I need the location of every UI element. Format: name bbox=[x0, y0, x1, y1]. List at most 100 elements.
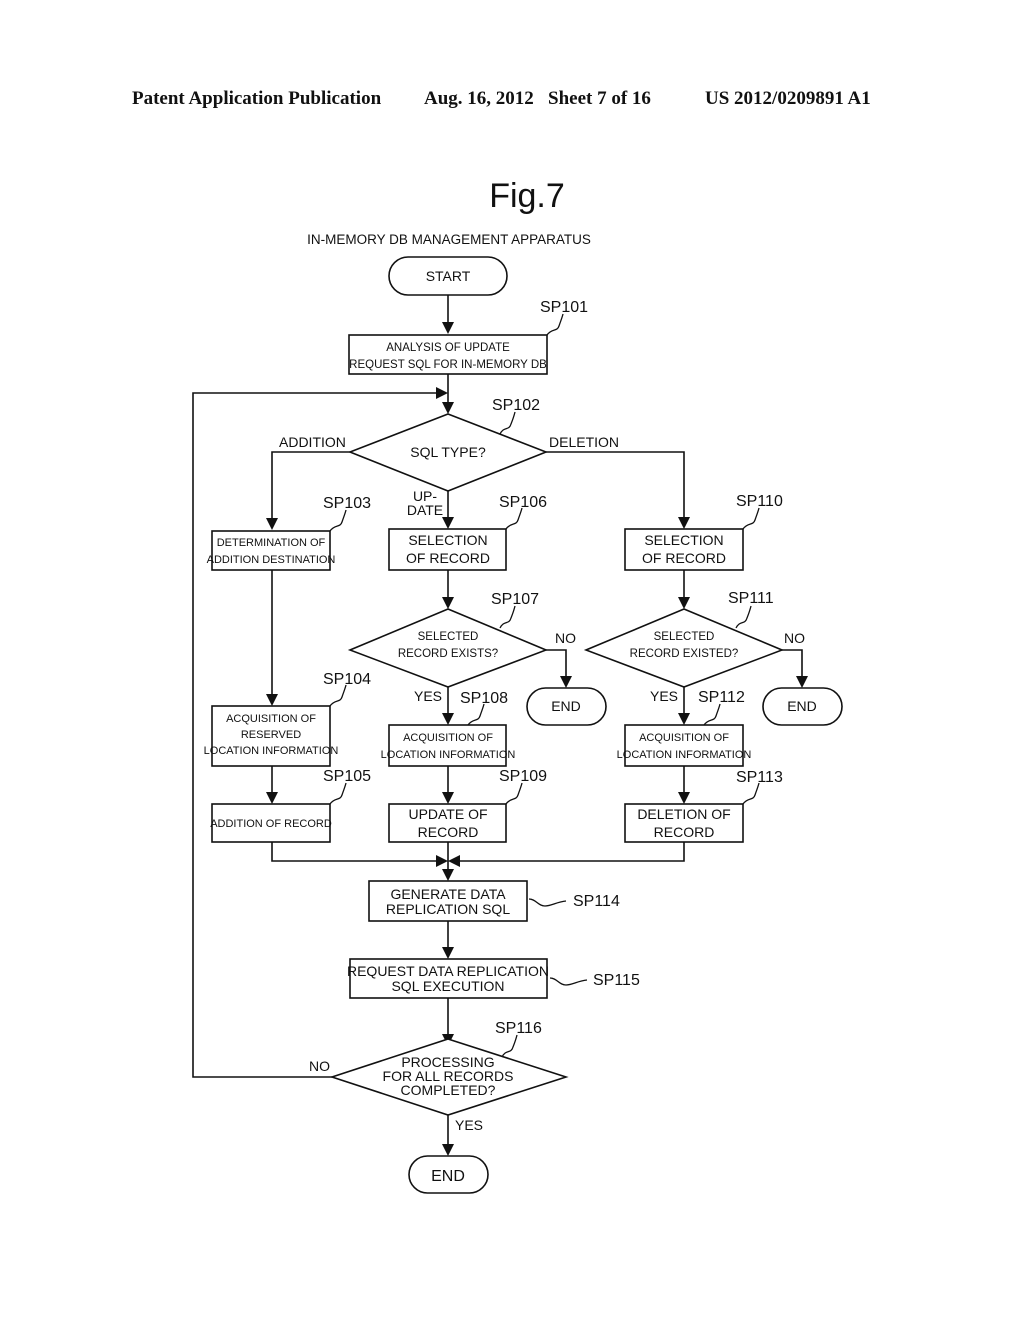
process-text-line1: ACQUISITION OF bbox=[403, 732, 493, 744]
branch-label-yes: YES bbox=[414, 688, 442, 704]
arrowhead bbox=[442, 1144, 454, 1156]
flowchart: Fig.7 IN-MEMORY DB MANAGEMENT APPARATUS bbox=[192, 177, 843, 1194]
step-label: SP111 bbox=[728, 590, 774, 607]
step-label: SP105 bbox=[323, 768, 371, 785]
decision-sp107: SELECTED RECORD EXISTS? SP107 NO YES bbox=[347, 591, 576, 704]
arrowhead bbox=[678, 597, 690, 609]
step-leader bbox=[703, 703, 721, 726]
step-label: SP115 bbox=[593, 972, 640, 989]
end-terminal-final: END bbox=[408, 1155, 489, 1194]
process-text-line2: RECORD bbox=[654, 824, 715, 840]
process-text-line2: ADDITION DESTINATION bbox=[207, 554, 336, 566]
process-text-line3: LOCATION INFORMATION bbox=[204, 745, 339, 757]
step-label: SP109 bbox=[499, 768, 547, 785]
step-label: SP113 bbox=[736, 769, 783, 786]
process-text-line2: RESERVED bbox=[241, 729, 301, 741]
arrowhead bbox=[266, 792, 278, 804]
arrowhead bbox=[266, 694, 278, 706]
edge-merge-right bbox=[456, 842, 685, 862]
process-text-line1: GENERATE DATA bbox=[390, 886, 506, 902]
process-sp105: ADDITION OF RECORD SP105 bbox=[210, 768, 371, 843]
process-text-line2: SQL EXECUTION bbox=[391, 978, 504, 994]
start-terminal: START bbox=[388, 256, 508, 296]
arrowhead bbox=[442, 597, 454, 609]
arrowhead bbox=[442, 792, 454, 804]
step-label: SP103 bbox=[323, 495, 371, 512]
process-text-line1: REQUEST DATA REPLICATION bbox=[347, 963, 549, 979]
arrowhead bbox=[678, 713, 690, 725]
process-text-line1: ACQUISITION OF bbox=[226, 713, 316, 725]
process-text-line1: ANALYSIS OF UPDATE bbox=[386, 342, 510, 354]
step-leader bbox=[505, 507, 523, 530]
arrowhead bbox=[442, 517, 454, 529]
step-label: SP106 bbox=[499, 494, 547, 511]
decision-text-line2: RECORD EXISTS? bbox=[398, 648, 498, 660]
process-text-line1: SELECTION bbox=[644, 532, 723, 548]
step-label: SP116 bbox=[495, 1020, 542, 1037]
step-leader bbox=[467, 703, 485, 726]
decision-text-line3: COMPLETED? bbox=[401, 1082, 496, 1098]
process-sp101: ANALYSIS OF UPDATE REQUEST SQL FOR IN-ME… bbox=[348, 299, 588, 375]
figure-subtitle: IN-MEMORY DB MANAGEMENT APPARATUS bbox=[307, 232, 591, 247]
process-text-line1: DETERMINATION OF bbox=[217, 537, 326, 549]
step-label: SP102 bbox=[492, 397, 540, 414]
arrowhead bbox=[796, 676, 808, 688]
step-leader bbox=[742, 507, 760, 530]
step-label: SP101 bbox=[540, 299, 588, 316]
step-leader bbox=[329, 684, 347, 707]
step-leader bbox=[546, 313, 564, 336]
step-leader bbox=[329, 782, 347, 805]
step-label: SP107 bbox=[491, 591, 539, 608]
process-text-line1: UPDATE OF bbox=[408, 806, 487, 822]
process-text-line1: DELETION OF bbox=[637, 806, 730, 822]
edge-deletion bbox=[546, 451, 685, 522]
branch-label-yes: YES bbox=[650, 688, 678, 704]
branch-label-update-2: DATE bbox=[407, 502, 443, 518]
process-text-line2: OF RECORD bbox=[642, 550, 726, 566]
process-sp109: UPDATE OF RECORD SP109 bbox=[388, 768, 547, 843]
process-text-line1: ACQUISITION OF bbox=[639, 732, 729, 744]
edge-merge-left bbox=[271, 842, 440, 862]
arrowhead bbox=[266, 518, 278, 530]
figure-title: Fig.7 bbox=[489, 177, 565, 215]
step-leader bbox=[499, 411, 516, 435]
end-label: END bbox=[431, 1168, 465, 1185]
arrowhead bbox=[442, 869, 454, 881]
step-leader bbox=[742, 782, 760, 805]
step-label: SP114 bbox=[573, 893, 620, 910]
step-leader bbox=[735, 605, 752, 629]
process-text-line2: LOCATION INFORMATION bbox=[617, 749, 752, 761]
decision-text-line2: RECORD EXISTED? bbox=[630, 648, 739, 660]
process-sp104: ACQUISITION OF RESERVED LOCATION INFORMA… bbox=[204, 671, 371, 767]
branch-label-yes: YES bbox=[455, 1117, 483, 1133]
process-sp114: GENERATE DATA REPLICATION SQL SP114 bbox=[368, 880, 620, 922]
step-leader bbox=[505, 782, 523, 805]
step-leader bbox=[549, 977, 588, 986]
arrowhead bbox=[436, 855, 448, 867]
branch-label-no: NO bbox=[555, 630, 576, 646]
step-leader bbox=[501, 1034, 518, 1058]
process-text-line2: REPLICATION SQL bbox=[386, 901, 510, 917]
end-terminal-update: END bbox=[526, 687, 607, 726]
step-leader bbox=[528, 898, 567, 907]
process-text-line2: OF RECORD bbox=[406, 550, 490, 566]
branch-label-no: NO bbox=[309, 1058, 330, 1074]
process-text-line2: LOCATION INFORMATION bbox=[381, 749, 516, 761]
decision-text-line1: SELECTED bbox=[654, 631, 715, 643]
decision-text: SQL TYPE? bbox=[410, 444, 486, 460]
arrowhead bbox=[442, 713, 454, 725]
start-label: START bbox=[426, 268, 471, 284]
process-text-line2: REQUEST SQL FOR IN-MEMORY DB bbox=[349, 359, 547, 371]
process-sp110: SELECTION OF RECORD SP110 bbox=[624, 493, 783, 571]
process-sp115: REQUEST DATA REPLICATION SQL EXECUTION S… bbox=[347, 958, 640, 999]
step-leader bbox=[499, 605, 516, 629]
arrowhead bbox=[436, 387, 448, 399]
branch-label-addition: ADDITION bbox=[279, 434, 346, 450]
arrowhead bbox=[560, 676, 572, 688]
step-leader bbox=[329, 509, 347, 532]
decision-sp116: PROCESSING FOR ALL RECORDS COMPLETED? SP… bbox=[309, 1020, 569, 1133]
decision-text-line1: SELECTED bbox=[418, 631, 479, 643]
process-sp103: DETERMINATION OF ADDITION DESTINATION SP… bbox=[207, 495, 371, 571]
end-label: END bbox=[787, 698, 817, 714]
end-label: END bbox=[551, 698, 581, 714]
